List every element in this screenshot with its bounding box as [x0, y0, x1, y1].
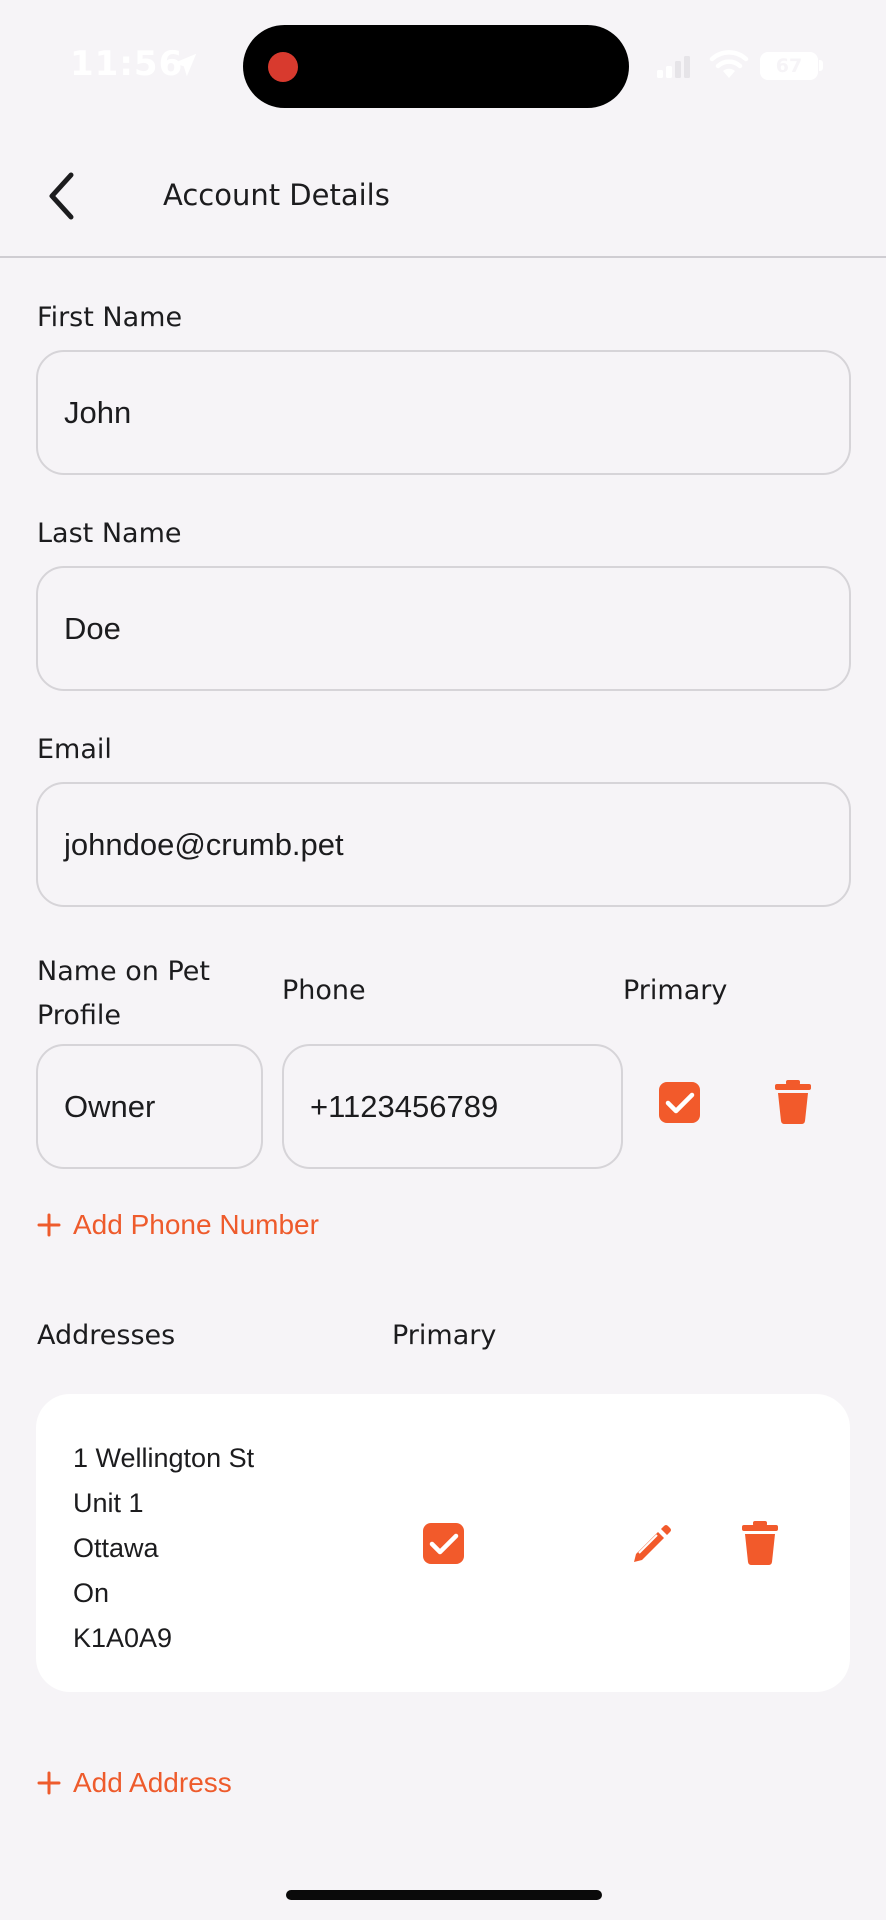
page-title: Account Details [163, 178, 390, 212]
signal-icon [657, 56, 690, 78]
edit-address-pencil-icon[interactable] [630, 1522, 674, 1566]
add-phone-number-button[interactable]: Add Phone Number [37, 1209, 319, 1241]
checkmark-icon [429, 1533, 458, 1554]
address-line-city: Ottawa [73, 1533, 159, 1563]
location-arrow-icon [173, 53, 197, 77]
phone-primary-checkbox[interactable] [659, 1082, 700, 1123]
back-chevron-icon [49, 172, 74, 220]
last-name-value: Doe [64, 610, 121, 646]
status-time: 11:56 [70, 44, 184, 84]
plus-icon [37, 1771, 61, 1795]
last-name-label: Last Name [37, 518, 182, 549]
battery-icon: 67 [760, 52, 818, 80]
wifi-icon [709, 50, 749, 78]
delete-phone-trash-icon[interactable] [774, 1080, 812, 1124]
first-name-value: John [64, 394, 132, 430]
phone-primary-label: Primary [623, 975, 728, 1006]
address-primary-checkbox[interactable] [423, 1523, 464, 1564]
address-lines: 1 Wellington St Unit 1 Ottawa On K1A0A9 [73, 1436, 254, 1661]
email-input[interactable]: johndoe@crumb.pet [36, 782, 851, 907]
pet-profile-name-input[interactable]: Owner [36, 1044, 263, 1169]
dynamic-island [243, 25, 629, 108]
home-indicator [286, 1890, 602, 1900]
recording-indicator [268, 52, 298, 82]
battery-cap [819, 60, 823, 71]
first-name-label: First Name [37, 302, 183, 333]
address-line-unit: Unit 1 [73, 1488, 144, 1518]
delete-address-trash-icon[interactable] [741, 1521, 779, 1565]
add-address-label: Add Address [73, 1767, 232, 1798]
phone-value: +1123456789 [310, 1088, 499, 1124]
addresses-label: Addresses [37, 1320, 176, 1351]
add-phone-number-label: Add Phone Number [73, 1209, 319, 1240]
header-divider [0, 256, 886, 258]
address-line-postal-code: K1A0A9 [73, 1623, 173, 1653]
checkmark-icon [665, 1092, 694, 1113]
phone-input[interactable]: +1123456789 [282, 1044, 623, 1169]
address-line-province: On [73, 1578, 110, 1608]
first-name-input[interactable]: John [36, 350, 851, 475]
back-button[interactable] [36, 166, 86, 226]
email-label: Email [37, 734, 112, 765]
add-address-button[interactable]: Add Address [37, 1767, 232, 1799]
email-value: johndoe@crumb.pet [64, 826, 344, 862]
pet-profile-name-value: Owner [64, 1088, 156, 1124]
address-line-street: 1 Wellington St [73, 1443, 255, 1473]
address-primary-label: Primary [392, 1320, 497, 1351]
name-on-pet-profile-label: Name on Pet Profile [37, 956, 210, 1031]
plus-icon [37, 1213, 61, 1237]
phone-label: Phone [282, 975, 366, 1006]
last-name-input[interactable]: Doe [36, 566, 851, 691]
